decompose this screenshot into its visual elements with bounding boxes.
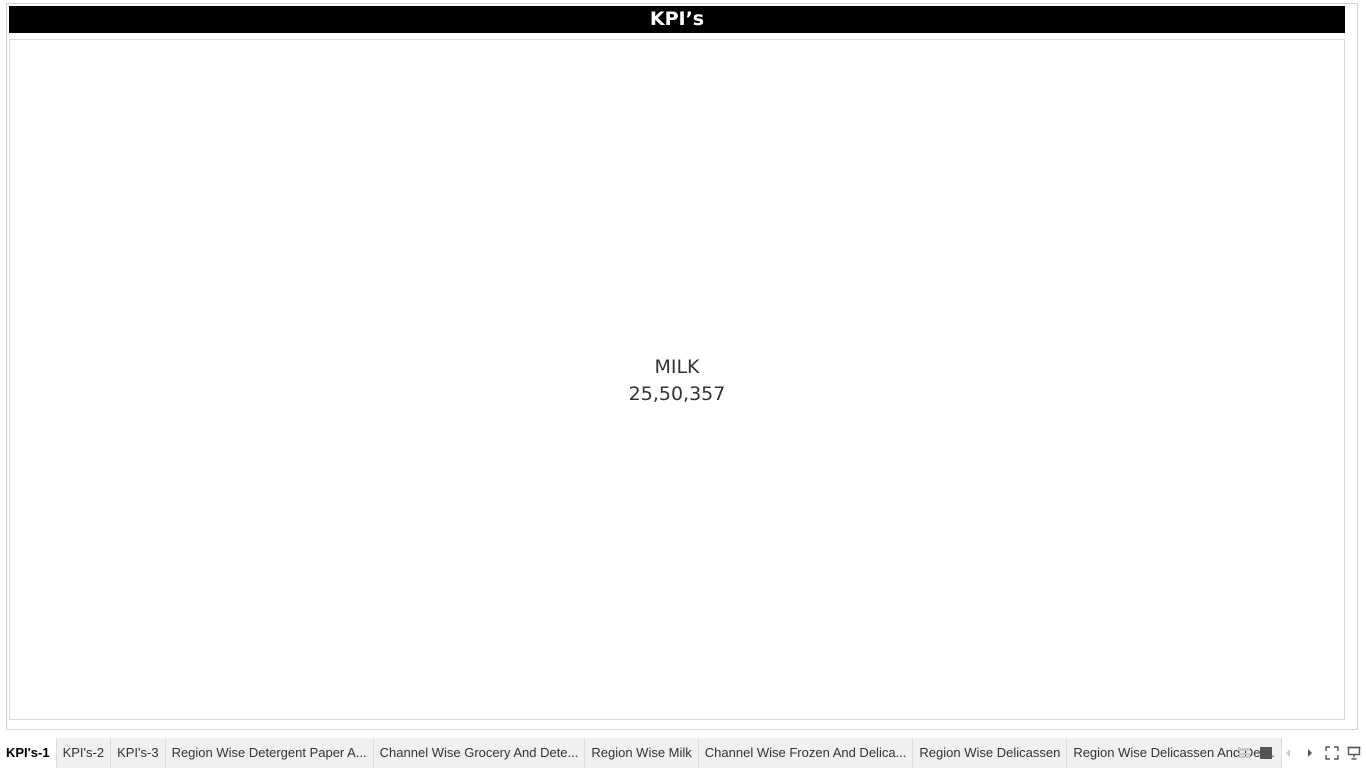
sheet-tab-strip: KPI's-1 KPI's-2 KPI's-3 Region Wise Dete… [0, 738, 1366, 768]
fullscreen-icon[interactable] [1324, 738, 1340, 768]
kpi-value: 25,50,357 [628, 383, 726, 405]
next-sheet-icon[interactable] [1302, 738, 1318, 768]
presentation-mode-icon[interactable] [1346, 738, 1362, 768]
kpi-label: MILK [654, 356, 700, 378]
filmstrip-icon[interactable] [1258, 738, 1274, 768]
kpi-text-block: MILK 25,50,357 [10, 354, 1344, 408]
sheet-tabs: KPI's-1 KPI's-2 KPI's-3 Region Wise Dete… [0, 738, 1282, 768]
sheet-navigation-controls [1236, 738, 1362, 768]
tab-kpis-3[interactable]: KPI's-3 [111, 738, 166, 768]
sheet-list-icon[interactable] [1236, 738, 1252, 768]
tab-region-wise-detergent-paper[interactable]: Region Wise Detergent Paper A... [165, 738, 374, 768]
kpi-milk-sheet[interactable]: MILK 25,50,357 [9, 39, 1345, 720]
tab-kpis-1[interactable]: KPI's-1 [0, 738, 57, 768]
tab-channel-wise-frozen[interactable]: Channel Wise Frozen And Delica... [698, 738, 914, 768]
tab-kpis-2[interactable]: KPI's-2 [56, 738, 112, 768]
tab-region-wise-delicassen[interactable]: Region Wise Delicassen [913, 738, 1068, 768]
tab-channel-wise-grocery[interactable]: Channel Wise Grocery And Dete... [373, 738, 586, 768]
prev-sheet-icon[interactable] [1280, 738, 1296, 768]
dashboard-title: KPI’s [9, 6, 1345, 33]
tab-region-wise-milk[interactable]: Region Wise Milk [585, 738, 699, 768]
